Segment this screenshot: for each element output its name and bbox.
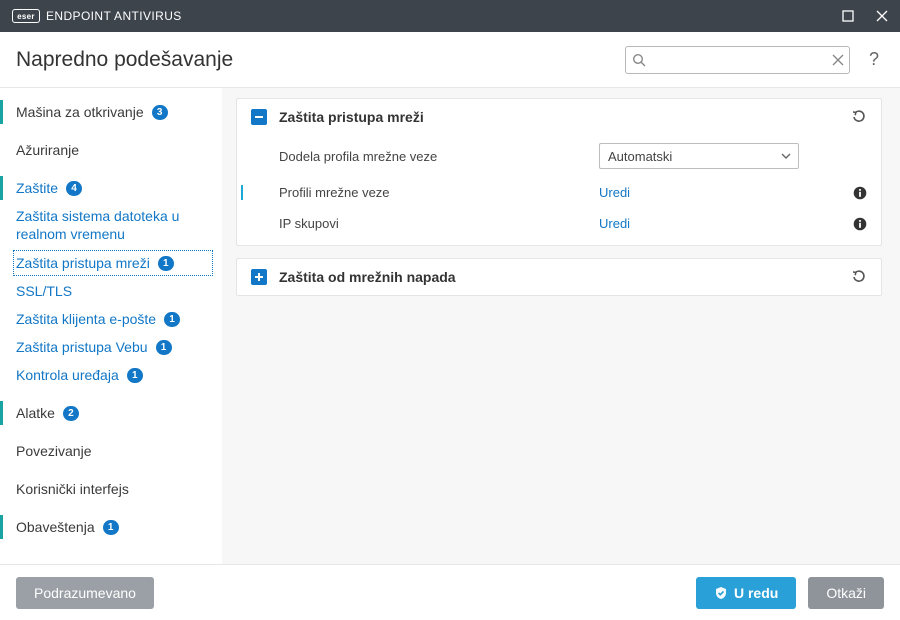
info-icon[interactable] (853, 186, 867, 200)
help-button[interactable]: ? (864, 49, 884, 70)
titlebar: eser ENDPOINT ANTIVIRUS (0, 0, 900, 32)
page-title: Napredno podešavanje (16, 48, 233, 72)
sidebar-item-network-access[interactable]: Zaštita pristupa mreži 1 (12, 249, 214, 277)
select-display[interactable] (599, 143, 799, 169)
count-badge: 1 (158, 256, 174, 271)
sidebar-item-tools[interactable]: Alatke 2 (0, 399, 222, 427)
clear-icon[interactable] (832, 54, 844, 66)
sidebar-item-update[interactable]: Ažuriranje (0, 136, 222, 164)
undo-icon[interactable] (851, 269, 867, 285)
search-field (625, 46, 850, 74)
sidebar-item-label: Korisnički interfejs (16, 481, 129, 497)
sidebar-item-detection-engine[interactable]: Mašina za otkrivanje 3 (0, 98, 222, 126)
panel-title: Zaštita pristupa mreži (279, 109, 424, 125)
header: Napredno podešavanje ? (0, 32, 900, 88)
sidebar-item-label: Zaštita pristupa mreži (16, 255, 150, 271)
count-badge: 1 (164, 312, 180, 327)
brand-logo: eser (12, 9, 40, 23)
edit-link[interactable]: Uredi (599, 216, 630, 231)
cancel-button[interactable]: Otkaži (808, 577, 884, 609)
sidebar-item-ui[interactable]: Korisnički interfejs (0, 475, 222, 503)
expand-icon[interactable] (251, 269, 267, 285)
sidebar-item-realtime-fs[interactable]: Zaštita sistema datoteka u realnom vreme… (0, 202, 222, 249)
info-icon[interactable] (853, 217, 867, 231)
sidebar-item-label: Zaštita pristupa Vebu (16, 339, 148, 355)
undo-icon[interactable] (851, 109, 867, 125)
row-profile-assignment: Dodela profila mrežne veze (237, 135, 881, 177)
search-icon (632, 53, 646, 67)
count-badge: 1 (103, 520, 119, 535)
sidebar-item-label: Zaštita klijenta e-pošte (16, 311, 156, 327)
sidebar-item-device-control[interactable]: Kontrola uređaja 1 (0, 361, 222, 389)
sidebar-item-label: Povezivanje (16, 443, 92, 459)
edit-link[interactable]: Uredi (599, 185, 630, 200)
sidebar-item-ssl-tls[interactable]: SSL/TLS (0, 277, 222, 305)
brand: eser ENDPOINT ANTIVIRUS (12, 9, 182, 23)
sidebar-item-label: Alatke (16, 405, 55, 421)
row-label: Dodela profila mrežne veze (279, 149, 599, 164)
sidebar-item-label: Mašina za otkrivanje (16, 104, 144, 120)
ok-label: U redu (734, 585, 778, 601)
collapse-icon[interactable] (251, 109, 267, 125)
row-label: IP skupovi (279, 216, 599, 231)
window-close-icon[interactable] (874, 8, 890, 24)
sidebar-item-label: Zaštite (16, 180, 58, 196)
sidebar-item-web-access[interactable]: Zaštita pristupa Vebu 1 (0, 333, 222, 361)
sidebar-item-email-client[interactable]: Zaštita klijenta e-pošte 1 (0, 305, 222, 333)
main-content: Zaštita pristupa mreži Dodela profila mr… (222, 88, 900, 564)
panel-network-access: Zaštita pristupa mreži Dodela profila mr… (236, 98, 882, 246)
shield-check-icon (714, 586, 728, 600)
count-badge: 1 (127, 368, 143, 383)
count-badge: 3 (152, 105, 168, 120)
row-ip-sets: IP skupovi Uredi (237, 208, 881, 245)
row-network-profiles: Profili mrežne veze Uredi (237, 177, 881, 208)
panel-header[interactable]: Zaštita od mrežnih napada (237, 259, 881, 295)
footer: Podrazumevano U redu Otkaži (0, 564, 900, 620)
window-controls (840, 8, 890, 24)
profile-assign-select[interactable] (599, 143, 799, 169)
row-label: Profili mrežne veze (279, 185, 599, 200)
sidebar-item-label: Zaštita sistema datoteka u realnom vreme… (16, 208, 208, 243)
ok-button[interactable]: U redu (696, 577, 796, 609)
default-button[interactable]: Podrazumevano (16, 577, 154, 609)
count-badge: 2 (63, 406, 79, 421)
count-badge: 1 (156, 340, 172, 355)
sidebar-item-label: SSL/TLS (16, 283, 72, 299)
sidebar-item-notifications[interactable]: Obaveštenja 1 (0, 513, 222, 541)
search-input[interactable] (625, 46, 850, 74)
sidebar-item-label: Ažuriranje (16, 142, 79, 158)
brand-name: ENDPOINT ANTIVIRUS (46, 9, 182, 23)
panel-header[interactable]: Zaštita pristupa mreži (237, 99, 881, 135)
sidebar-item-label: Kontrola uređaja (16, 367, 119, 383)
sidebar-item-label: Obaveštenja (16, 519, 95, 535)
sidebar-item-protections[interactable]: Zaštite 4 (0, 174, 222, 202)
panel-title: Zaštita od mrežnih napada (279, 269, 456, 285)
panel-network-attack: Zaštita od mrežnih napada (236, 258, 882, 296)
sidebar-item-connectivity[interactable]: Povezivanje (0, 437, 222, 465)
count-badge: 4 (66, 181, 82, 196)
sidebar: Mašina za otkrivanje 3 Ažuriranje Zaštit… (0, 88, 222, 564)
window-maximize-icon[interactable] (840, 8, 856, 24)
